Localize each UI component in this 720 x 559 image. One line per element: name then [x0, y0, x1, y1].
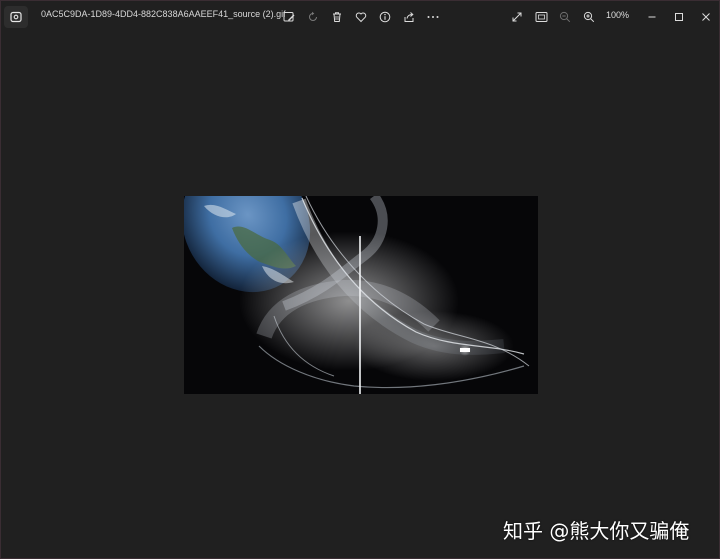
more-options-button[interactable]: [424, 8, 442, 26]
zoom-level[interactable]: 100%: [606, 10, 629, 20]
edit-image-button[interactable]: [280, 8, 298, 26]
rotate-icon: [309, 11, 317, 21]
info-icon: [379, 11, 391, 23]
favorite-icon: [355, 12, 367, 23]
space-elevator-earth-illustration: [184, 196, 538, 394]
favorite-button[interactable]: [352, 8, 370, 26]
minimize-button[interactable]: [643, 8, 661, 26]
edit-image-icon: [283, 12, 295, 22]
more-icon: [427, 16, 439, 18]
photos-app-icon[interactable]: [4, 6, 28, 28]
zoom-in-button[interactable]: [580, 8, 598, 26]
maximize-icon: [675, 13, 683, 21]
displayed-gif-image: [184, 196, 538, 394]
close-icon: [702, 13, 710, 21]
maximize-button[interactable]: [670, 8, 688, 26]
minimize-icon: [648, 16, 656, 18]
delete-button[interactable]: [328, 8, 346, 26]
photos-viewer-window: 0AC5C9DA-1D89-4DD4-882C838A6AAEEF41_sour…: [0, 0, 720, 559]
zoom-in-icon: [583, 11, 595, 23]
fit-to-window-button[interactable]: [532, 8, 550, 26]
zhihu-watermark: 知乎 @熊大你又骗俺: [503, 519, 690, 543]
close-button[interactable]: [697, 8, 715, 26]
photos-logo-icon: [10, 11, 22, 23]
fit-to-window-icon: [535, 12, 547, 22]
rotate-button[interactable]: [304, 8, 322, 26]
info-button[interactable]: [376, 8, 394, 26]
fullscreen-button[interactable]: [508, 8, 526, 26]
share-button[interactable]: [400, 8, 418, 26]
share-icon: [404, 12, 414, 22]
fullscreen-icon: [512, 12, 522, 22]
zoom-out-button[interactable]: [556, 8, 574, 26]
file-name: 0AC5C9DA-1D89-4DD4-882C838A6AAEEF41_sour…: [41, 9, 286, 19]
zoom-out-icon: [559, 11, 571, 23]
delete-icon: [333, 12, 341, 22]
title-bar: 0AC5C9DA-1D89-4DD4-882C838A6AAEEF41_sour…: [1, 1, 719, 33]
